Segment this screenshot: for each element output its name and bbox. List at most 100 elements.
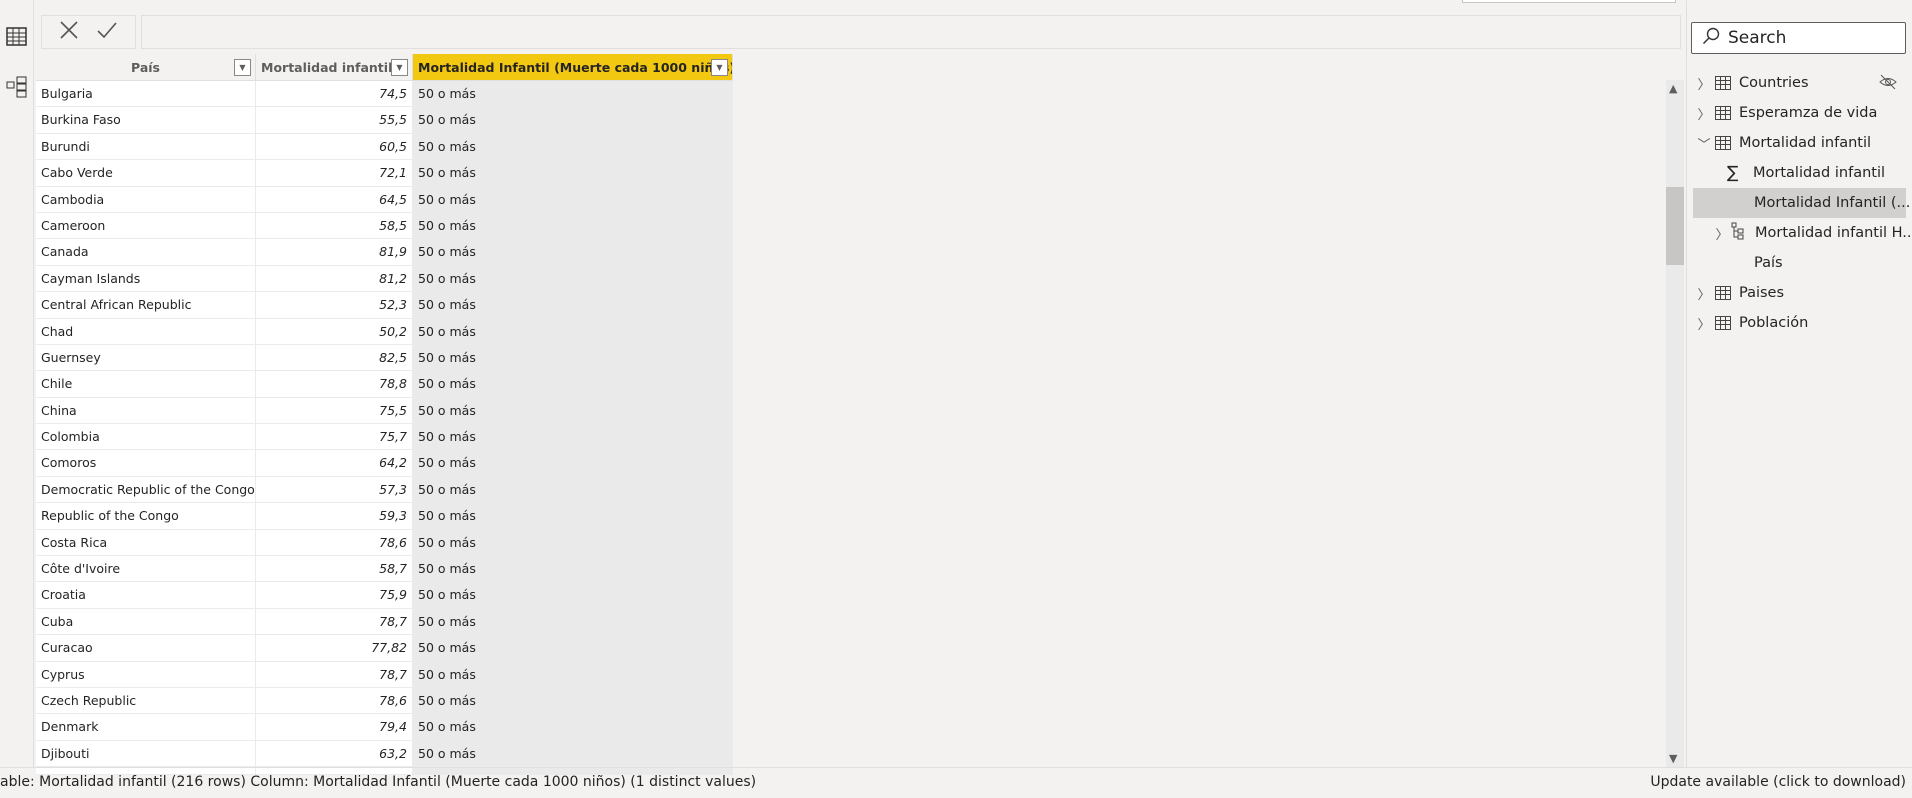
table-cell[interactable]: Cambodia bbox=[36, 186, 256, 212]
scroll-up-icon[interactable]: ▲ bbox=[1669, 82, 1677, 95]
table-cell[interactable]: 50 o más bbox=[413, 687, 733, 714]
table-cell[interactable]: 60,5 bbox=[256, 133, 413, 160]
table-cell[interactable]: 57,3 bbox=[256, 476, 413, 503]
data-view-icon[interactable] bbox=[6, 26, 28, 48]
chevron-down-icon[interactable]: ﹀ bbox=[1697, 134, 1711, 153]
table-cell[interactable]: Democratic Republic of the Congo bbox=[36, 476, 256, 503]
table-cell[interactable]: 50 o más bbox=[413, 344, 733, 371]
table-cell[interactable]: 50 o más bbox=[413, 740, 733, 767]
table-cell[interactable]: Guernsey bbox=[36, 344, 256, 371]
chevron-right-icon[interactable]: 〉 bbox=[1715, 224, 1729, 243]
table-cell[interactable]: 50 o más bbox=[413, 265, 733, 292]
table-cell[interactable]: 75,7 bbox=[256, 424, 413, 450]
table-cell[interactable]: Djibouti bbox=[36, 740, 256, 767]
table-cell[interactable]: 72,1 bbox=[256, 160, 413, 186]
table-cell[interactable]: 50 o más bbox=[413, 661, 733, 687]
table-cell[interactable]: 77,82 bbox=[256, 635, 413, 661]
dropdown-icon[interactable]: ▼ bbox=[234, 59, 251, 76]
table-cell[interactable]: Croatia bbox=[36, 582, 256, 608]
table-cell[interactable]: Central African Republic bbox=[36, 292, 256, 318]
table-cell[interactable]: 50 o más bbox=[413, 424, 733, 450]
table-cell[interactable]: 50 o más bbox=[413, 212, 733, 239]
table-cell[interactable]: Costa Rica bbox=[36, 529, 256, 556]
table-cell[interactable]: Curacao bbox=[36, 635, 256, 661]
table-cell[interactable]: Burundi bbox=[36, 133, 256, 160]
chevron-right-icon[interactable]: 〉 bbox=[1697, 74, 1711, 93]
table-cell[interactable]: 50 o más bbox=[413, 371, 733, 397]
table-cell[interactable]: Cyprus bbox=[36, 661, 256, 687]
scroll-down-icon[interactable]: ▼ bbox=[1669, 752, 1677, 765]
table-cell[interactable]: 78,7 bbox=[256, 608, 413, 635]
table-cell[interactable]: Chad bbox=[36, 318, 256, 344]
table-cell[interactable]: 50 o más bbox=[413, 160, 733, 186]
table-cell[interactable]: Republic of the Congo bbox=[36, 503, 256, 529]
formula-input[interactable] bbox=[141, 15, 1681, 49]
table-cell[interactable]: 50 o más bbox=[413, 292, 733, 318]
field-item[interactable]: País bbox=[1754, 248, 1783, 278]
hidden-eye-icon[interactable] bbox=[1879, 74, 1897, 94]
table-cell[interactable]: Canada bbox=[36, 239, 256, 265]
table-cell[interactable]: 50 o más bbox=[413, 476, 733, 503]
field-item[interactable]: ∑ Mortalidad infantil bbox=[1727, 158, 1885, 188]
table-cell[interactable]: 75,5 bbox=[256, 397, 413, 424]
chevron-right-icon[interactable]: 〉 bbox=[1697, 284, 1711, 303]
field-item[interactable]: 〉 Esperamza de vida bbox=[1697, 98, 1877, 128]
table-cell[interactable]: Cuba bbox=[36, 608, 256, 635]
table-cell[interactable]: 74,5 bbox=[256, 81, 413, 107]
table-cell[interactable]: Burkina Faso bbox=[36, 107, 256, 133]
table-cell[interactable]: Colombia bbox=[36, 424, 256, 450]
table-cell[interactable]: 78,6 bbox=[256, 529, 413, 556]
column-header-mortalidad-categoria[interactable]: Mortalidad Infantil (Muerte cada 1000 ni… bbox=[413, 54, 733, 80]
table-cell[interactable]: 63,2 bbox=[256, 740, 413, 767]
table-cell[interactable]: 50 o más bbox=[413, 186, 733, 212]
table-cell[interactable]: Czech Republic bbox=[36, 687, 256, 714]
table-cell[interactable]: 52,3 bbox=[256, 292, 413, 318]
table-cell[interactable]: Cameroon bbox=[36, 212, 256, 239]
dropdown-icon[interactable]: ▼ bbox=[391, 59, 408, 76]
table-cell[interactable]: 50,2 bbox=[256, 318, 413, 344]
vertical-scrollbar[interactable]: ▲ ▼ bbox=[1666, 80, 1684, 767]
table-cell[interactable]: 58,5 bbox=[256, 212, 413, 239]
column-header-mortalidad[interactable]: Mortalidad infantil ▼ bbox=[256, 54, 413, 80]
table-cell[interactable]: 82,5 bbox=[256, 344, 413, 371]
table-cell[interactable]: Bulgaria bbox=[36, 81, 256, 107]
table-cell[interactable]: 50 o más bbox=[413, 608, 733, 635]
model-view-icon[interactable] bbox=[6, 76, 28, 98]
table-cell[interactable]: 50 o más bbox=[413, 239, 733, 265]
table-cell[interactable]: 50 o más bbox=[413, 107, 733, 133]
table-cell[interactable]: 55,5 bbox=[256, 107, 413, 133]
table-cell[interactable]: 64,5 bbox=[256, 186, 413, 212]
update-link[interactable]: Update available (click to download) bbox=[1650, 768, 1906, 796]
table-cell[interactable]: 50 o más bbox=[413, 582, 733, 608]
table-cell[interactable]: 50 o más bbox=[413, 556, 733, 582]
column-header-pais[interactable]: País ▼ bbox=[36, 54, 256, 80]
table-cell[interactable]: 75,9 bbox=[256, 582, 413, 608]
table-cell[interactable]: 50 o más bbox=[413, 133, 733, 160]
dropdown-icon[interactable]: ▼ bbox=[711, 59, 728, 76]
field-item[interactable]: 〉 Población bbox=[1697, 308, 1808, 338]
table-cell[interactable]: 79,4 bbox=[256, 714, 413, 740]
table-cell[interactable]: 78,6 bbox=[256, 687, 413, 714]
table-cell[interactable]: 50 o más bbox=[413, 503, 733, 529]
table-cell[interactable]: 50 o más bbox=[413, 397, 733, 424]
table-cell[interactable]: 50 o más bbox=[413, 714, 733, 740]
field-item[interactable]: ﹀ Mortalidad infantil bbox=[1697, 128, 1871, 158]
field-item[interactable]: 〉 Mortalidad infantil H... bbox=[1715, 218, 1912, 248]
table-cell[interactable]: 50 o más bbox=[413, 529, 733, 556]
table-cell[interactable]: Denmark bbox=[36, 714, 256, 740]
chevron-right-icon[interactable]: 〉 bbox=[1697, 314, 1711, 333]
table-cell[interactable]: 78,7 bbox=[256, 661, 413, 687]
check-icon[interactable] bbox=[96, 20, 118, 44]
table-cell[interactable]: Comoros bbox=[36, 450, 256, 476]
x-icon[interactable] bbox=[59, 20, 79, 44]
table-cell[interactable]: Chile bbox=[36, 371, 256, 397]
table-cell[interactable]: Cayman Islands bbox=[36, 265, 256, 292]
scroll-thumb[interactable] bbox=[1666, 187, 1684, 265]
table-cell[interactable]: China bbox=[36, 397, 256, 424]
table-cell[interactable]: 50 o más bbox=[413, 450, 733, 476]
table-cell[interactable]: 78,8 bbox=[256, 371, 413, 397]
table-cell[interactable]: Côte d'Ivoire bbox=[36, 556, 256, 582]
search-input[interactable]: Search bbox=[1691, 22, 1906, 54]
chevron-right-icon[interactable]: 〉 bbox=[1697, 104, 1711, 123]
table-cell[interactable]: 50 o más bbox=[413, 635, 733, 661]
